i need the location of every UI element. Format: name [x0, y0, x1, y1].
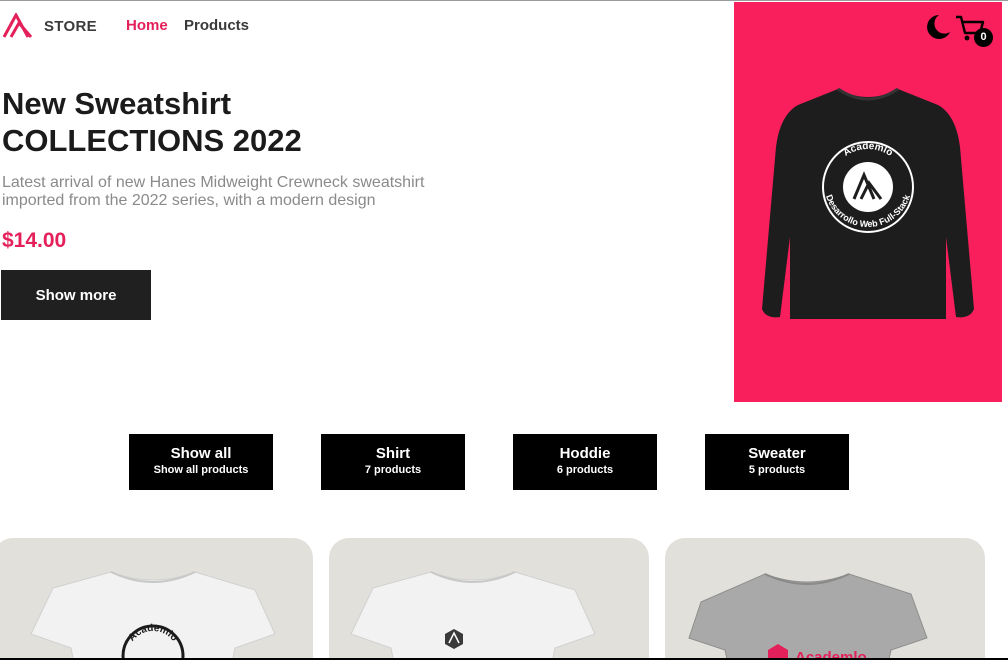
product-card[interactable]: Academlo — [665, 538, 985, 660]
product-card[interactable]: Academlo — [0, 538, 313, 660]
filter-count: Show all products — [153, 464, 249, 476]
filter-hoddie-button[interactable]: Hoddie 6 products — [513, 434, 657, 490]
filter-sweater-button[interactable]: Sweater 5 products — [705, 434, 849, 490]
gray-tshirt-image: Academlo — [688, 573, 928, 660]
product-card[interactable] — [329, 538, 649, 660]
show-more-button[interactable]: Show more — [1, 270, 151, 320]
hero-title: New Sweatshirt COLLECTIONS 2022 — [2, 85, 402, 159]
filter-name: Shirt — [375, 445, 411, 462]
moon-icon[interactable] — [922, 12, 952, 42]
sweatshirt-image: Academlo Desarrollo Web Full-Stack — [762, 87, 974, 319]
hero-description-line2: imported from the 2022 series, with a mo… — [2, 192, 376, 209]
logo-icon[interactable] — [2, 13, 36, 39]
brand-name: STORE — [44, 18, 97, 35]
filter-name: Hoddie — [559, 445, 611, 462]
white-tshirt-image — [350, 571, 596, 660]
hero-title-line2: COLLECTIONS 2022 — [2, 123, 302, 158]
hero-title-line1: New Sweatshirt — [2, 86, 232, 121]
filter-count: 6 products — [556, 464, 614, 476]
cart-count-badge: 0 — [974, 28, 993, 47]
hero-description: Latest arrival of new Hanes Midweight Cr… — [2, 174, 442, 210]
hero-price: $14.00 — [2, 229, 67, 252]
filter-name: Show all — [170, 445, 232, 462]
filter-name: Sweater — [748, 445, 806, 462]
hero-description-line1: Latest arrival of new Hanes Midweight Cr… — [2, 174, 425, 191]
white-tshirt-image: Academlo — [30, 571, 276, 660]
filter-count: 7 products — [364, 464, 422, 476]
nav-products-link[interactable]: Products — [184, 17, 249, 34]
filter-count: 5 products — [748, 464, 806, 476]
header: STORE Home Products — [0, 1, 734, 53]
filter-shirt-button[interactable]: Shirt 7 products — [321, 434, 465, 490]
nav-home-link[interactable]: Home — [126, 17, 168, 34]
filter-show-all-button[interactable]: Show all Show all products — [129, 434, 273, 490]
